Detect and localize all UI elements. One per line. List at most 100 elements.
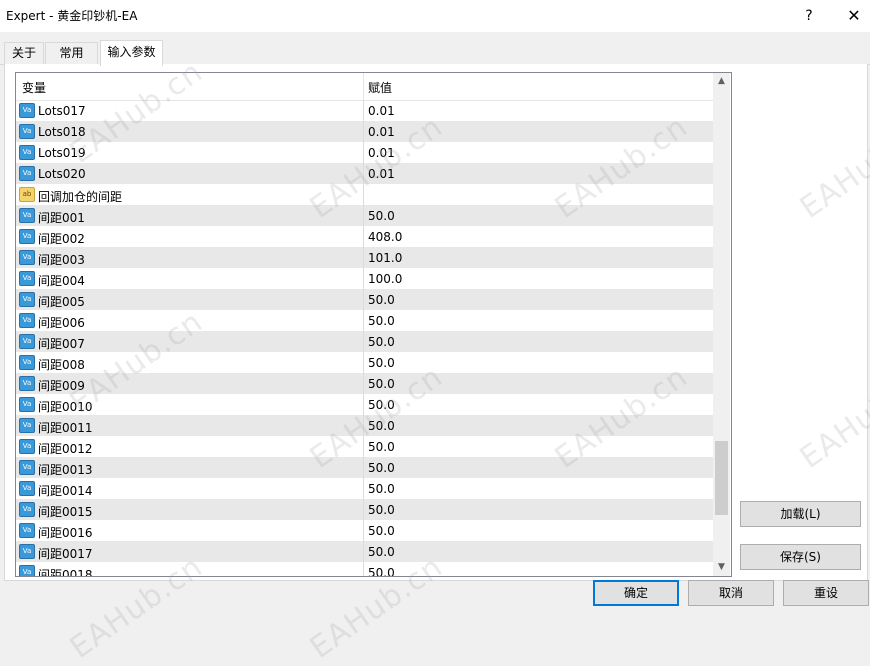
- table-row[interactable]: Va 间距0011 50.0: [16, 415, 713, 436]
- param-value[interactable]: 100.0: [368, 272, 402, 286]
- cell-divider: [363, 247, 364, 268]
- param-value[interactable]: 50.0: [368, 440, 395, 454]
- param-name: 间距0013: [38, 463, 93, 477]
- param-value[interactable]: 0.01: [368, 125, 395, 139]
- table-row[interactable]: Va 间距0016 50.0: [16, 520, 713, 541]
- scroll-down-icon[interactable]: ▼: [713, 559, 730, 576]
- table-row[interactable]: Va 间距007 50.0: [16, 331, 713, 352]
- help-button[interactable]: ?: [794, 4, 824, 28]
- param-name: 间距005: [38, 295, 85, 309]
- param-value[interactable]: 0.01: [368, 104, 395, 118]
- numeric-param-icon: Va: [19, 334, 35, 349]
- table-row[interactable]: ab 回调加仓的间距: [16, 184, 713, 205]
- table-row[interactable]: Va 间距0012 50.0: [16, 436, 713, 457]
- numeric-param-icon: Va: [19, 502, 35, 517]
- scroll-up-icon[interactable]: ▲: [713, 73, 730, 90]
- param-value[interactable]: 101.0: [368, 251, 402, 265]
- table-row[interactable]: Va 间距0015 50.0: [16, 499, 713, 520]
- param-value[interactable]: 0.01: [368, 167, 395, 181]
- numeric-param-icon: Va: [19, 418, 35, 433]
- numeric-param-icon: Va: [19, 460, 35, 475]
- param-value[interactable]: 50.0: [368, 314, 395, 328]
- param-value[interactable]: 50.0: [368, 566, 395, 576]
- save-button[interactable]: 保存(S): [740, 544, 861, 570]
- param-value[interactable]: 408.0: [368, 230, 402, 244]
- param-value[interactable]: 50.0: [368, 545, 395, 559]
- cell-divider: [363, 331, 364, 352]
- table-row[interactable]: Va Lots018 0.01: [16, 121, 713, 142]
- table-row[interactable]: Va 间距0018 50.0: [16, 562, 713, 576]
- table-row[interactable]: Va 间距006 50.0: [16, 310, 713, 331]
- table-row[interactable]: Va 间距0014 50.0: [16, 478, 713, 499]
- numeric-param-icon: Va: [19, 271, 35, 286]
- cell-divider: [363, 184, 364, 205]
- vertical-scrollbar[interactable]: ▲ ▼: [713, 73, 730, 576]
- table-row[interactable]: Va 间距002 408.0: [16, 226, 713, 247]
- numeric-param-icon: Va: [19, 208, 35, 223]
- param-value[interactable]: 50.0: [368, 335, 395, 349]
- table-row[interactable]: Va 间距004 100.0: [16, 268, 713, 289]
- numeric-param-icon: Va: [19, 124, 35, 139]
- table-row[interactable]: Va Lots017 0.01: [16, 100, 713, 121]
- param-value[interactable]: 50.0: [368, 524, 395, 538]
- param-value[interactable]: 50.0: [368, 398, 395, 412]
- numeric-param-icon: Va: [19, 565, 35, 576]
- table-row[interactable]: Va 间距003 101.0: [16, 247, 713, 268]
- param-value[interactable]: 50.0: [368, 293, 395, 307]
- param-value[interactable]: 50.0: [368, 503, 395, 517]
- table-row[interactable]: Va 间距0010 50.0: [16, 394, 713, 415]
- param-value[interactable]: 50.0: [368, 377, 395, 391]
- scrollbar-thumb[interactable]: [715, 441, 728, 515]
- table-row[interactable]: Va 间距0013 50.0: [16, 457, 713, 478]
- cell-divider: [363, 268, 364, 289]
- numeric-param-icon: Va: [19, 481, 35, 496]
- param-name: 间距008: [38, 358, 85, 372]
- param-name: Lots020: [38, 167, 86, 181]
- numeric-param-icon: Va: [19, 544, 35, 559]
- cell-divider: [363, 289, 364, 310]
- table-row[interactable]: Va 间距005 50.0: [16, 289, 713, 310]
- cancel-button[interactable]: 取消: [688, 580, 774, 606]
- numeric-param-icon: Va: [19, 376, 35, 391]
- table-row[interactable]: Va Lots019 0.01: [16, 142, 713, 163]
- close-icon[interactable]: ✕: [839, 4, 869, 28]
- cell-divider: [363, 541, 364, 562]
- cell-divider: [363, 436, 364, 457]
- load-button[interactable]: 加载(L): [740, 501, 861, 527]
- param-name: 间距009: [38, 379, 85, 393]
- param-name: 间距0011: [38, 421, 93, 435]
- param-name: 间距004: [38, 274, 85, 288]
- param-value[interactable]: 50.0: [368, 461, 395, 475]
- table-row[interactable]: Va 间距009 50.0: [16, 373, 713, 394]
- cell-divider: [363, 499, 364, 520]
- cell-divider: [363, 121, 364, 142]
- tab-about[interactable]: 关于: [4, 42, 44, 64]
- param-name: 间距0016: [38, 526, 93, 540]
- column-header-value[interactable]: 赋值: [368, 79, 392, 96]
- param-name: Lots019: [38, 146, 86, 160]
- column-divider[interactable]: [363, 73, 364, 100]
- tab-common[interactable]: 常用: [45, 42, 98, 64]
- column-header-variable[interactable]: 变量: [22, 79, 46, 96]
- string-param-icon: ab: [19, 187, 35, 202]
- tab-inputs[interactable]: 输入参数: [100, 40, 163, 66]
- table-row[interactable]: Va Lots020 0.01: [16, 163, 713, 184]
- param-name: Lots017: [38, 104, 86, 118]
- ok-button[interactable]: 确定: [593, 580, 679, 606]
- numeric-param-icon: Va: [19, 229, 35, 244]
- param-value[interactable]: 0.01: [368, 146, 395, 160]
- table-row[interactable]: Va 间距008 50.0: [16, 352, 713, 373]
- reset-button[interactable]: 重设: [783, 580, 869, 606]
- param-name: 间距003: [38, 253, 85, 267]
- parameters-grid[interactable]: 变量 赋值 Va Lots017 0.01 Va Lots018 0.01 Va Lots01…: [15, 72, 732, 577]
- cell-divider: [363, 415, 364, 436]
- param-value[interactable]: 50.0: [368, 482, 395, 496]
- numeric-param-icon: Va: [19, 397, 35, 412]
- table-row[interactable]: Va 间距0017 50.0: [16, 541, 713, 562]
- param-value[interactable]: 50.0: [368, 356, 395, 370]
- param-value[interactable]: 50.0: [368, 209, 395, 223]
- table-row[interactable]: Va 间距001 50.0: [16, 205, 713, 226]
- param-name: 间距0015: [38, 505, 93, 519]
- param-value[interactable]: 50.0: [368, 419, 395, 433]
- param-name: 间距0017: [38, 547, 93, 561]
